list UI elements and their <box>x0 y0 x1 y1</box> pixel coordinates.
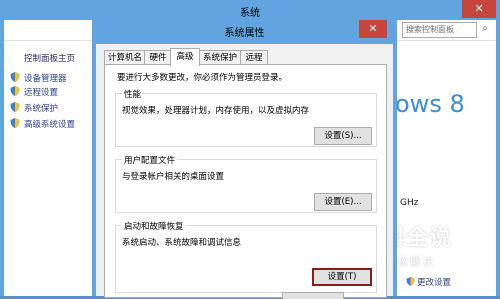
sidebar-item-label: 系统保护 <box>24 104 59 114</box>
processor-speed-fragment: GHz <box>400 198 419 208</box>
sidebar-item-label: 高级系统设置 <box>24 120 76 130</box>
shield-icon <box>10 102 20 112</box>
performance-label: 性能 <box>122 88 144 100</box>
performance-description: 视觉效果，处理器计划，内存使用，以及虚拟内存 <box>122 106 310 116</box>
user-profiles-label: 用户配置文件 <box>122 154 178 166</box>
system-window-title: 系统 <box>240 8 260 19</box>
dialog-close-button[interactable]: ✕ <box>359 20 387 38</box>
user-profiles-description: 与登录帐户相关的桌面设置 <box>122 172 225 182</box>
change-settings-label: 更改设置 <box>417 278 452 288</box>
startup-recovery-group: 启动和故障恢复 系统启动、系统故障和调试信息 设置(T) <box>115 220 377 293</box>
sidebar: 控制面板主页 设备管理器 远程设置 系统保护 高级系统设置 <box>4 42 90 296</box>
system-properties-dialog: 系统属性 ✕ 计算机名 硬件 高级 系统保护 远程 要进行大多数更改，你必须作为… <box>92 20 397 299</box>
tab-system-protection[interactable]: 系统保护 <box>198 50 242 65</box>
system-window-titlebar[interactable]: 系统 ✕ <box>0 0 500 20</box>
user-profiles-settings-button[interactable]: 设置(E)... <box>314 193 372 211</box>
performance-settings-button[interactable]: 设置(S)... <box>314 127 372 145</box>
shield-icon <box>10 118 20 128</box>
user-profiles-group: 用户配置文件 与登录帐户相关的桌面设置 设置(E)... <box>115 154 377 213</box>
shield-icon <box>10 86 20 96</box>
startup-recovery-settings-button[interactable]: 设置(T) <box>312 268 372 286</box>
performance-group: 性能 视觉效果，处理器计划，内存使用，以及虚拟内存 设置(S)... <box>115 88 377 147</box>
sidebar-item-device-manager[interactable]: 设备管理器 <box>10 72 67 84</box>
startup-recovery-label: 启动和故障恢复 <box>122 220 186 232</box>
tab-advanced[interactable]: 高级 <box>170 48 200 66</box>
search-input[interactable]: 搜索控制面板 <box>402 22 477 38</box>
windows-8-logo-text: ows 8 <box>395 90 465 118</box>
tab-remote[interactable]: 远程 <box>240 50 268 65</box>
control-panel-home-link[interactable]: 控制面板主页 <box>24 52 75 64</box>
startup-recovery-description: 系统启动、系统故障和调试信息 <box>122 238 242 248</box>
change-settings-link[interactable]: 更改设置 <box>406 276 451 288</box>
advanced-tab-panel: 要进行大多数更改，你必须作为管理员登录。 性能 视觉效果，处理器计划，内存使用，… <box>104 64 387 298</box>
sidebar-item-remote-settings[interactable]: 远程设置 <box>10 86 58 98</box>
sidebar-item-system-protection[interactable]: 系统保护 <box>10 102 58 114</box>
dialog-body: 计算机名 硬件 高级 系统保护 远程 要进行大多数更改，你必须作为管理员登录。 … <box>96 44 393 298</box>
tab-computer-name[interactable]: 计算机名 <box>104 50 146 65</box>
sidebar-item-label: 设备管理器 <box>24 74 67 84</box>
search-icon[interactable]: ⌕ <box>478 22 492 36</box>
shield-icon <box>406 277 415 286</box>
window-border-right <box>496 20 500 296</box>
system-window-close-button[interactable]: ✕ <box>462 0 496 18</box>
sidebar-item-advanced-system-settings[interactable]: 高级系统设置 <box>10 118 75 130</box>
sidebar-item-label: 远程设置 <box>24 88 59 98</box>
tab-hardware[interactable]: 硬件 <box>144 50 172 65</box>
shield-icon <box>10 72 20 82</box>
dialog-title: 系统属性 <box>224 28 265 39</box>
admin-note: 要进行大多数更改，你必须作为管理员登录。 <box>117 73 288 83</box>
